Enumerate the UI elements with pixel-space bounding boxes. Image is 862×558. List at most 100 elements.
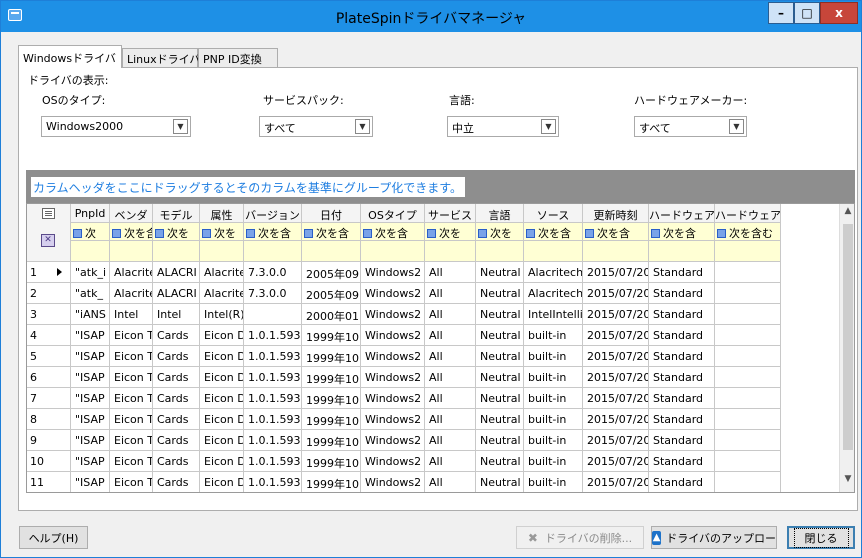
os-type-select[interactable]: Windows2000 ▼ (41, 116, 191, 137)
table-cell[interactable]: Eicon D (200, 367, 244, 388)
column-filter-cell[interactable]: 次を含 (524, 223, 583, 241)
table-cell[interactable]: 1.0.1.593 (244, 409, 302, 430)
table-cell[interactable]: 2015/07/20 (583, 346, 649, 367)
table-cell[interactable]: Eicon Te (110, 325, 153, 346)
table-cell[interactable]: 1999年10 (302, 388, 361, 409)
table-cell[interactable]: "ISAP (71, 430, 110, 451)
table-cell[interactable]: "atk_i (71, 262, 110, 283)
table-cell[interactable]: Cards (153, 325, 200, 346)
table-cell[interactable]: Neutral (476, 367, 524, 388)
table-cell[interactable]: Eicon D (200, 346, 244, 367)
table-cell[interactable]: Alacritec (110, 262, 153, 283)
row-header[interactable]: 8 (27, 409, 71, 430)
table-cell[interactable]: All (425, 346, 476, 367)
table-cell[interactable]: All (425, 304, 476, 325)
table-cell[interactable]: Standard (649, 304, 715, 325)
table-cell[interactable]: IntelIntelli (524, 304, 583, 325)
column-filter-input[interactable] (153, 241, 200, 262)
table-cell[interactable]: 7.3.0.0 (244, 283, 302, 304)
column-header[interactable]: OSタイプ (361, 204, 425, 223)
column-header[interactable]: バージョン (244, 204, 302, 223)
table-cell[interactable]: "ISAP (71, 451, 110, 472)
scroll-up-icon[interactable]: ▲ (842, 206, 854, 220)
table-cell[interactable]: 1999年10 (302, 325, 361, 346)
table-cell[interactable]: All (425, 388, 476, 409)
column-chooser-icon[interactable] (42, 208, 55, 219)
table-cell[interactable]: 2015/07/20 (583, 262, 649, 283)
table-cell[interactable]: 2015/07/20 (583, 430, 649, 451)
table-cell[interactable]: All (425, 325, 476, 346)
table-cell[interactable]: Cards (153, 451, 200, 472)
chevron-down-icon[interactable]: ▼ (541, 119, 556, 134)
column-filter-cell[interactable]: 次を (200, 223, 244, 241)
table-cell[interactable]: "ISAP (71, 472, 110, 492)
table-cell[interactable]: built-in (524, 472, 583, 492)
column-filter-input[interactable] (476, 241, 524, 262)
table-cell[interactable]: Standard (649, 388, 715, 409)
table-cell[interactable] (715, 388, 781, 409)
table-cell[interactable]: Neutral (476, 430, 524, 451)
table-cell[interactable]: All (425, 283, 476, 304)
table-cell[interactable]: Neutral (476, 409, 524, 430)
table-cell[interactable] (715, 262, 781, 283)
table-cell[interactable]: Standard (649, 409, 715, 430)
row-header[interactable]: 1 (27, 262, 71, 283)
table-cell[interactable]: 1.0.1.593 (244, 451, 302, 472)
table-cell[interactable] (715, 451, 781, 472)
table-cell[interactable]: ALACRI (153, 283, 200, 304)
filter-operator-icon[interactable] (427, 229, 436, 238)
table-cell[interactable]: 1999年10 (302, 451, 361, 472)
table-cell[interactable]: Standard (649, 346, 715, 367)
table-cell[interactable]: Windows2 (361, 388, 425, 409)
column-header[interactable]: サービス (425, 204, 476, 223)
table-cell[interactable]: All (425, 262, 476, 283)
filter-operator-icon[interactable] (526, 229, 535, 238)
table-cell[interactable]: "ISAP (71, 346, 110, 367)
column-header[interactable]: ベンダ (110, 204, 153, 223)
table-cell[interactable]: built-in (524, 451, 583, 472)
filter-operator-icon[interactable] (651, 229, 660, 238)
table-cell[interactable] (715, 304, 781, 325)
filter-operator-icon[interactable] (304, 229, 313, 238)
table-cell[interactable]: 2015/07/20 (583, 283, 649, 304)
tab-linux-drivers[interactable]: Linuxドライバ (122, 48, 200, 67)
table-cell[interactable]: 1999年10 (302, 367, 361, 388)
table-cell[interactable]: "ISAP (71, 409, 110, 430)
table-cell[interactable]: Standard (649, 472, 715, 492)
table-cell[interactable]: All (425, 472, 476, 492)
scroll-thumb[interactable] (843, 224, 853, 450)
column-filter-input[interactable] (200, 241, 244, 262)
table-cell[interactable]: Standard (649, 367, 715, 388)
table-cell[interactable]: 1.0.1.593 (244, 367, 302, 388)
table-cell[interactable] (715, 409, 781, 430)
table-cell[interactable]: Windows2 (361, 346, 425, 367)
table-cell[interactable]: Eicon Te (110, 472, 153, 492)
close-button[interactable]: 閉じる (787, 526, 855, 549)
table-cell[interactable]: 2015/07/20 (583, 451, 649, 472)
table-cell[interactable]: built-in (524, 367, 583, 388)
table-cell[interactable]: built-in (524, 409, 583, 430)
table-cell[interactable]: Neutral (476, 283, 524, 304)
table-cell[interactable]: All (425, 451, 476, 472)
table-cell[interactable]: 2015/07/20 (583, 388, 649, 409)
column-filter-input[interactable] (425, 241, 476, 262)
table-cell[interactable]: Eicon Te (110, 430, 153, 451)
table-cell[interactable] (715, 367, 781, 388)
clear-filter-icon[interactable]: ✕ (41, 234, 55, 247)
table-cell[interactable]: 2015/07/20 (583, 325, 649, 346)
table-cell[interactable]: Windows2 (361, 367, 425, 388)
column-header[interactable]: モデル (153, 204, 200, 223)
column-filter-cell[interactable]: 次を含 (649, 223, 715, 241)
table-cell[interactable]: Windows2 (361, 283, 425, 304)
table-cell[interactable]: 2015/07/20 (583, 367, 649, 388)
table-cell[interactable]: 1.0.1.593 (244, 388, 302, 409)
column-filter-cell[interactable]: 次を含 (583, 223, 649, 241)
table-cell[interactable]: Eicon D (200, 451, 244, 472)
table-cell[interactable]: Eicon D (200, 409, 244, 430)
column-filter-cell[interactable]: 次を含 (244, 223, 302, 241)
column-header[interactable]: ソース (524, 204, 583, 223)
minimize-button[interactable]: – (768, 2, 794, 24)
table-cell[interactable]: Intel (110, 304, 153, 325)
column-header[interactable]: 属性 (200, 204, 244, 223)
table-cell[interactable]: Neutral (476, 304, 524, 325)
